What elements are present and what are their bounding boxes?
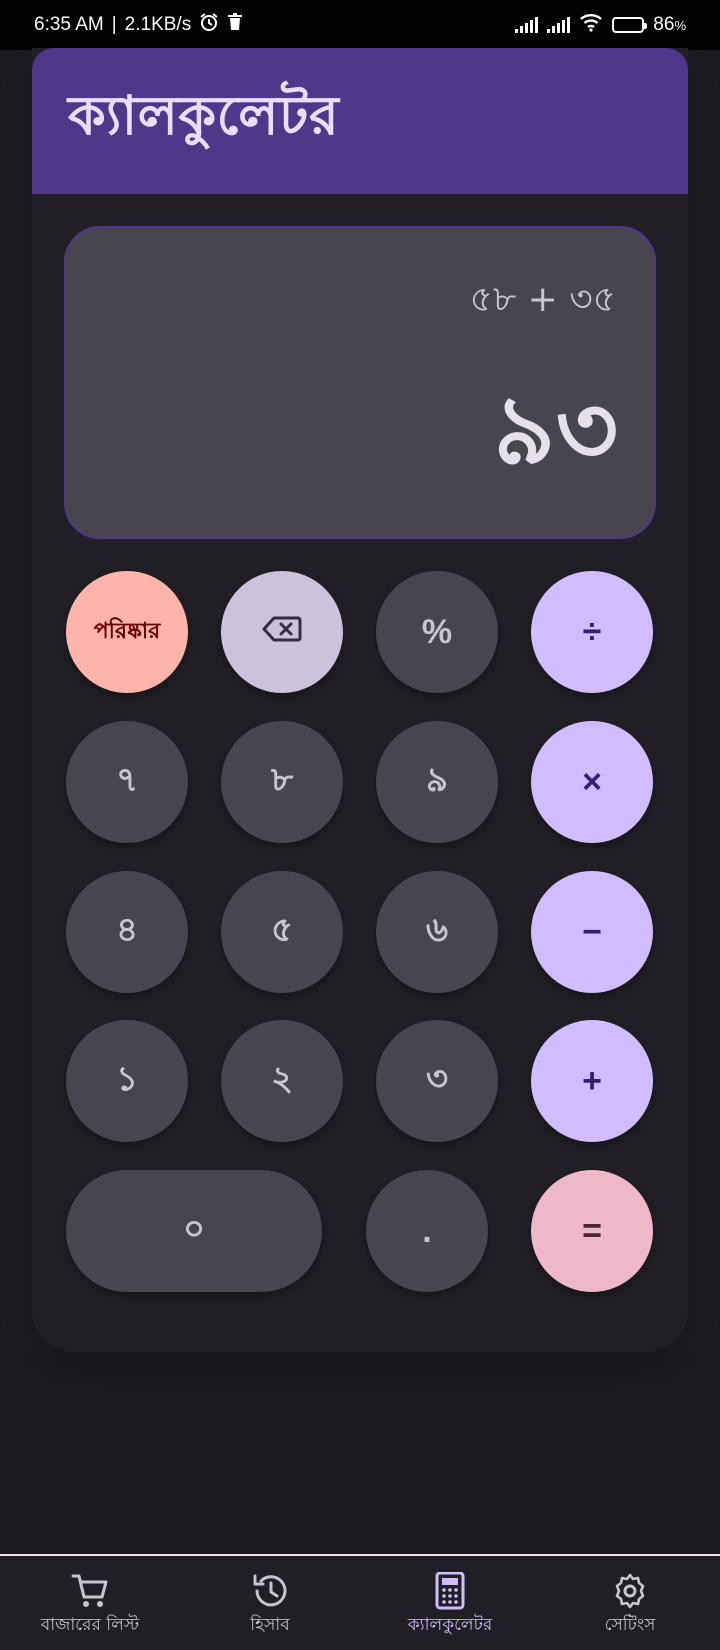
nav-item-calculator[interactable]: ক্যালকুলেটর [360,1556,540,1650]
multiply-button[interactable]: × [531,721,653,843]
one-button[interactable]: ১ [66,1020,188,1142]
signal-icon [515,17,539,33]
decimal-button[interactable]: . [366,1170,488,1292]
expression-text: ৫৮ + ৩৫ [469,279,616,320]
nav-item-history[interactable]: হিসাব [180,1556,360,1650]
three-button[interactable]: ৩ [376,1020,498,1142]
status-time: 6:35 AM [34,14,104,35]
five-button[interactable]: ৫ [221,871,343,993]
page-title: ক্যালকুলেটর [68,84,340,147]
result-text: ৯৩ [493,374,618,486]
nav-item-settings[interactable]: সেটিংস [540,1556,720,1650]
alarm-icon [199,12,219,38]
percent-button[interactable]: % [376,571,498,693]
trash-icon [227,13,243,37]
seven-button[interactable]: ৭ [66,721,188,843]
bottom-navigation: বাজারের লিস্ট হিসাব ক্যালকুলেটর সেটিংস [0,1554,720,1650]
battery-icon [612,17,648,33]
nav-label-bazar-list: বাজারের লিস্ট [40,1615,140,1635]
nav-label-history: হিসাব [250,1615,290,1635]
wifi-icon [579,12,603,38]
history-icon [250,1572,290,1610]
two-button[interactable]: ২ [221,1020,343,1142]
nav-label-calculator: ক্যালকুলেটর [407,1615,493,1635]
nine-button[interactable]: ৯ [376,721,498,843]
nav-item-bazar-list[interactable]: বাজারের লিস্ট [0,1556,180,1650]
status-bar: 6:35 AM | 2.1KB/s 86% [0,0,720,50]
backspace-button[interactable] [221,571,343,693]
status-speed: 2.1KB/s [124,14,192,35]
status-right: 86% [515,12,686,38]
status-divider: | [111,14,117,35]
equals-button[interactable]: = [531,1170,653,1292]
divide-button[interactable]: ÷ [531,571,653,693]
clear-button[interactable]: পরিষ্কার [66,571,188,693]
plus-button[interactable]: + [531,1020,653,1142]
status-left: 6:35 AM | 2.1KB/s [34,12,243,38]
battery-percent: 86% [653,14,686,35]
eight-button[interactable]: ৮ [221,721,343,843]
calculator-icon [430,1572,470,1610]
calculator-display: ৫৮ + ৩৫ ৯৩ [64,226,656,539]
zero-button[interactable]: ০ [66,1170,322,1292]
six-button[interactable]: ৬ [376,871,498,993]
nav-label-settings: সেটিংস [604,1615,656,1635]
minus-button[interactable]: − [531,871,653,993]
app-header: ক্যালকুলেটর [32,48,688,194]
gear-icon [610,1572,650,1610]
cart-icon [70,1572,110,1610]
four-button[interactable]: ৪ [66,871,188,993]
signal-icon-2 [547,17,571,33]
backspace-icon [262,613,302,652]
